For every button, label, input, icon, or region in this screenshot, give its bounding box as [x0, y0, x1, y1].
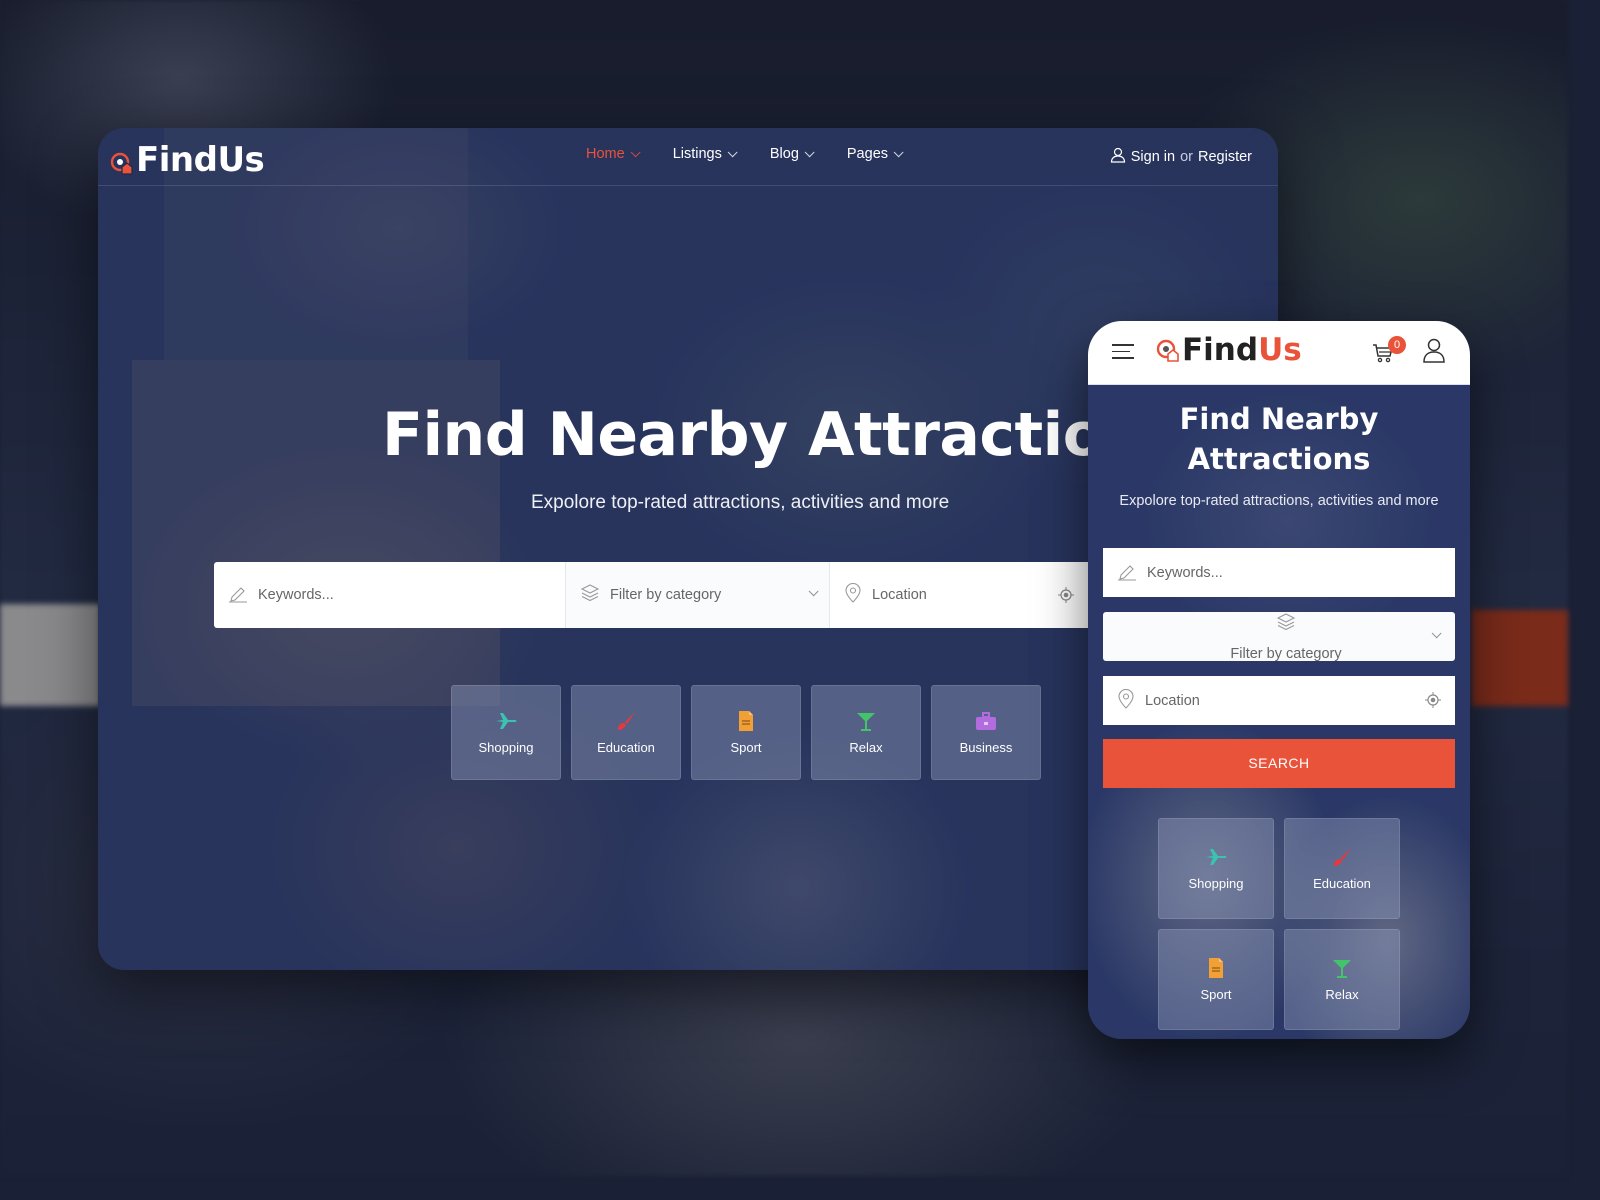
hamburger-menu-icon[interactable]	[1112, 344, 1134, 364]
layers-icon	[1276, 612, 1296, 636]
chevron-down-icon	[727, 146, 738, 157]
user-account-icon[interactable]	[1422, 337, 1446, 368]
sign-in-link[interactable]: Sign in	[1131, 149, 1175, 165]
category-shopping[interactable]: Shopping	[1158, 818, 1274, 919]
category-education[interactable]: Education	[571, 685, 681, 780]
layers-icon	[580, 583, 600, 607]
mobile-category-grid: Shopping Education Sport Relax	[1158, 818, 1400, 1030]
cart-count-badge: 0	[1388, 336, 1406, 354]
brush-icon	[614, 710, 638, 732]
logo-text-find: Find	[1182, 332, 1259, 368]
mobile-keywords-input[interactable]: Keywords...	[1103, 548, 1455, 597]
category-sport[interactable]: Sport	[1158, 929, 1274, 1030]
category-relax[interactable]: Relax	[1284, 929, 1400, 1030]
location-placeholder: Location	[872, 587, 927, 603]
mobile-location-input[interactable]: Location	[1103, 676, 1455, 725]
auth-links: Sign in or Register	[1110, 147, 1252, 167]
category-placeholder: Filter by category	[610, 587, 722, 603]
map-pin-icon	[844, 582, 862, 607]
locate-me-icon[interactable]	[1425, 692, 1441, 712]
chevron-down-icon	[804, 146, 815, 157]
chevron-down-icon	[1431, 628, 1442, 639]
locate-me-icon[interactable]	[1058, 587, 1074, 607]
chevron-down-icon	[808, 586, 819, 597]
mobile-category-select[interactable]: Filter by category	[1103, 612, 1455, 662]
map-pin-home-icon	[110, 147, 134, 175]
category-sport[interactable]: Sport	[691, 685, 801, 780]
mobile-mockup: Find Us 0 Find Nearby Attractions Expolor…	[1088, 321, 1470, 1039]
pencil-icon	[228, 583, 248, 607]
category-education[interactable]: Education	[1284, 818, 1400, 919]
blurred-search-bar	[0, 604, 100, 706]
keywords-input[interactable]: Keywords...	[214, 562, 566, 628]
briefcase-icon	[974, 710, 998, 732]
nav-item-blog[interactable]: Blog	[770, 146, 815, 162]
plane-icon	[494, 710, 518, 732]
nav-item-pages[interactable]: Pages	[847, 146, 904, 162]
category-relax[interactable]: Relax	[811, 685, 921, 780]
main-menu: Home Listings Blog Pages	[586, 146, 904, 162]
user-icon	[1110, 147, 1126, 167]
auth-or-text: or	[1180, 149, 1193, 165]
cocktail-icon	[1330, 957, 1354, 979]
cocktail-icon	[854, 710, 878, 732]
category-select[interactable]: Filter by category	[566, 562, 830, 628]
mobile-logo[interactable]: Find Us	[1156, 332, 1302, 368]
register-link[interactable]: Register	[1198, 149, 1252, 165]
document-icon	[1204, 957, 1228, 979]
chevron-down-icon	[630, 146, 641, 157]
plane-icon	[1204, 846, 1228, 868]
brush-icon	[1330, 846, 1354, 868]
map-pin-home-icon	[1156, 337, 1180, 363]
mobile-header: Find Us 0	[1088, 321, 1470, 385]
logo-text-us: Us	[217, 140, 265, 180]
mobile-hero-title: Find Nearby Attractions	[1179, 402, 1379, 476]
category-shopping[interactable]: Shopping	[451, 685, 561, 780]
map-pin-icon	[1117, 688, 1135, 713]
pencil-icon	[1117, 561, 1137, 585]
hero-subtitle: Expolore top-rated attractions, activiti…	[531, 492, 950, 513]
chevron-down-icon	[893, 146, 904, 157]
nav-item-home[interactable]: Home	[586, 146, 641, 162]
search-button[interactable]: SEARCH	[1103, 739, 1455, 788]
keywords-placeholder: Keywords...	[258, 587, 334, 603]
document-icon	[734, 710, 758, 732]
blurred-search-button	[1472, 610, 1568, 706]
desktop-logo[interactable]: Find Us	[110, 140, 265, 180]
logo-text-us: Us	[1258, 332, 1302, 368]
nav-item-listings[interactable]: Listings	[673, 146, 738, 162]
mobile-hero-subtitle: Expolore top-rated attractions, activiti…	[1119, 493, 1439, 509]
category-list: Shopping Education Sport Relax Business	[451, 685, 1041, 780]
desktop-navbar: Find Us Home Listings Blog Pages Sign in …	[98, 128, 1278, 186]
logo-text-find: Find	[136, 140, 218, 180]
category-business[interactable]: Business	[931, 685, 1041, 780]
